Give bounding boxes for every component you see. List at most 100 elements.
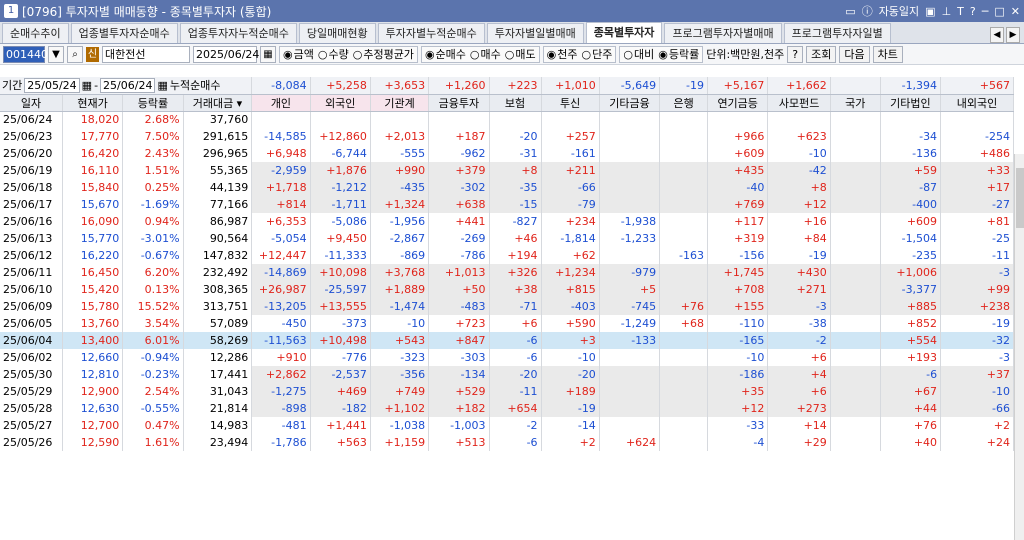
tab-prev-icon[interactable]: ◀ bbox=[990, 27, 1004, 43]
table-cell: 25/06/10 bbox=[0, 281, 63, 298]
radio-thousand-shares[interactable]: ◉ 천주 bbox=[547, 46, 578, 62]
dropdown-icon[interactable]: ▼ bbox=[48, 45, 64, 63]
radio-quantity[interactable]: ○ 수량 bbox=[318, 46, 349, 62]
minimize-icon[interactable]: ─ bbox=[982, 5, 989, 18]
table-row[interactable]: 25/05/26 12,590 1.61% 23,494 -1,786 +563 +1,15… bbox=[0, 434, 1014, 451]
next-button[interactable]: 다음 bbox=[839, 45, 870, 63]
radio-net-buy[interactable]: ◉ 순매수 bbox=[425, 46, 466, 62]
column-header[interactable]: 투신 bbox=[541, 94, 600, 112]
table-row[interactable]: 25/05/27 12,700 0.47% 14,983 -481 +1,441 -1,03… bbox=[0, 417, 1014, 434]
radio-change[interactable]: ○ 대비 bbox=[623, 46, 654, 62]
column-header[interactable]: 사모펀드 bbox=[767, 94, 831, 112]
radio-change-rate[interactable]: ◉ 등락률 bbox=[658, 46, 699, 62]
table-row[interactable]: 25/06/02 12,660 -0.94% 12,286 +910 -776 -323 -3… bbox=[0, 349, 1014, 366]
table-cell: -186 bbox=[707, 366, 769, 383]
column-header[interactable]: 거래대금 ▾ bbox=[183, 94, 253, 112]
table-cell: +182 bbox=[428, 400, 490, 417]
radio-buy[interactable]: ○ 매수 bbox=[470, 46, 501, 62]
change-radio-group: ○ 대비 ◉ 등락률 bbox=[619, 45, 704, 63]
date-input[interactable]: 2025/06/24 bbox=[193, 45, 259, 63]
table-cell: -3.01% bbox=[122, 230, 184, 247]
stock-code-input[interactable]: 001440 bbox=[3, 45, 48, 63]
tab-sector-investor[interactable]: 업종별투자자순매수 bbox=[70, 23, 178, 43]
table-row[interactable]: 25/06/04 13,400 6.01% 58,269 -11,563 +10,498 +… bbox=[0, 332, 1014, 349]
tab-today-trading[interactable]: 당일매매현황 bbox=[298, 23, 376, 43]
table-row[interactable]: 25/06/13 15,770 -3.01% 90,564 -5,054 +9,450 -2… bbox=[0, 230, 1014, 247]
table-row[interactable]: 25/06/11 16,450 6.20% 232,492 -14,869 +10,098… bbox=[0, 264, 1014, 281]
table-row[interactable]: 25/05/28 12,630 -0.55% 21,814 -898 -182 +1,102… bbox=[0, 400, 1014, 417]
table-row[interactable]: 25/06/10 15,420 0.13% 308,365 +26,987 -25,597… bbox=[0, 281, 1014, 298]
column-header[interactable]: 금융투자 bbox=[428, 94, 490, 112]
column-header[interactable]: 은행 bbox=[659, 94, 709, 112]
calendar-icon[interactable]: ▦ bbox=[82, 79, 92, 92]
help-button[interactable]: ? bbox=[787, 45, 804, 63]
table-row[interactable]: 25/06/18 15,840 0.25% 44,139 +1,718 -1,212 -43… bbox=[0, 179, 1014, 196]
auto-journal-button[interactable]: 자동일지 bbox=[879, 3, 919, 19]
table-row[interactable]: 25/06/20 16,420 2.43% 296,965 +6,948 -6,744 -5… bbox=[0, 145, 1014, 162]
table-row[interactable]: 25/06/23 17,770 7.50% 291,615 -14,585 +12,860… bbox=[0, 128, 1014, 145]
table-cell bbox=[830, 179, 881, 196]
column-header[interactable]: 일자 bbox=[0, 94, 63, 112]
table-row[interactable]: 25/06/24 18,020 2.68% 37,760 bbox=[0, 111, 1014, 128]
table-row[interactable]: 25/06/16 16,090 0.94% 86,987 +6,353 -5,086 -1,… bbox=[0, 213, 1014, 230]
tab-stock-investor[interactable]: 종목별투자자 bbox=[585, 22, 663, 43]
calendar-icon[interactable]: ▦ bbox=[260, 45, 276, 63]
column-header[interactable]: 기타법인 bbox=[880, 94, 942, 112]
search-icon[interactable]: ⌕ bbox=[67, 45, 83, 63]
tab-next-icon[interactable]: ▶ bbox=[1006, 27, 1020, 43]
column-header[interactable]: 기관계 bbox=[370, 94, 430, 112]
tab-net-buy-trend[interactable]: 순매수추이 bbox=[2, 23, 69, 43]
window-icon[interactable]: ▭ bbox=[845, 5, 855, 18]
layout-icon[interactable]: ▣ bbox=[925, 5, 935, 18]
radio-sell[interactable]: ○ 매도 bbox=[505, 46, 536, 62]
radio-single-shares[interactable]: ○ 단주 bbox=[582, 46, 613, 62]
tab-investor-cumulative[interactable]: 투자자별누적순매수 bbox=[377, 23, 485, 43]
column-header[interactable]: 국가 bbox=[830, 94, 881, 112]
table-cell: -32 bbox=[940, 332, 1014, 349]
column-header[interactable]: 내외국인 bbox=[940, 94, 1014, 112]
font-icon[interactable]: T bbox=[957, 5, 964, 18]
vertical-scrollbar[interactable] bbox=[1014, 154, 1024, 540]
tab-program-investor[interactable]: 프로그램투자자별매매 bbox=[664, 23, 782, 43]
column-header[interactable]: 등락률 bbox=[122, 94, 184, 112]
table-cell: 12,660 bbox=[62, 349, 124, 366]
radio-amount[interactable]: ◉ 금액 bbox=[283, 46, 314, 62]
tab-sector-cumulative[interactable]: 업종투자자누적순매수 bbox=[179, 23, 297, 43]
table-cell: -5,086 bbox=[310, 213, 371, 230]
table-row[interactable]: 25/06/19 16,110 1.51% 55,365 -2,959 +1,876 +99… bbox=[0, 162, 1014, 179]
table-row[interactable]: 25/05/30 12,810 -0.23% 17,441 +2,862 -2,537 -3… bbox=[0, 366, 1014, 383]
column-header[interactable]: 외국인 bbox=[310, 94, 371, 112]
column-header[interactable]: 연기금등 bbox=[707, 94, 769, 112]
tab-program-daily[interactable]: 프로그램투자자일별 bbox=[783, 23, 891, 43]
tab-investor-daily[interactable]: 투자자별일별매매 bbox=[486, 23, 584, 43]
question-icon[interactable]: ? bbox=[970, 5, 976, 18]
query-button[interactable]: 조회 bbox=[806, 45, 837, 63]
table-cell: +814 bbox=[251, 196, 311, 213]
column-header[interactable]: 현재가 bbox=[62, 94, 124, 112]
table-cell: -161 bbox=[541, 145, 600, 162]
radio-avg-price[interactable]: ○ 추정평균가 bbox=[353, 46, 414, 62]
table-cell: +10,098 bbox=[310, 264, 371, 281]
table-cell: -2,537 bbox=[310, 366, 371, 383]
chart-button[interactable]: 차트 bbox=[872, 45, 903, 63]
table-row[interactable]: 25/06/12 16,220 -0.67% 147,832 +12,447 -11,33… bbox=[0, 247, 1014, 264]
maximize-icon[interactable]: □ bbox=[994, 5, 1004, 18]
table-cell: 0.94% bbox=[122, 213, 184, 230]
table-row[interactable]: 25/06/09 15,780 15.52% 313,751 -13,205 +13,55… bbox=[0, 298, 1014, 315]
pin-icon[interactable]: ⊥ bbox=[942, 5, 952, 18]
scrollbar-thumb[interactable] bbox=[1016, 168, 1024, 228]
calendar-icon[interactable]: ▦ bbox=[157, 79, 167, 92]
table-cell: +68 bbox=[659, 315, 709, 332]
table-row[interactable]: 25/05/29 12,900 2.54% 31,043 -1,275 +469 +749 +… bbox=[0, 383, 1014, 400]
table-cell: -555 bbox=[370, 145, 430, 162]
help-icon[interactable]: ⓘ bbox=[862, 3, 873, 19]
period-to-input[interactable]: 25/06/24 bbox=[100, 77, 156, 93]
table-row[interactable]: 25/06/17 15,670 -1.69% 77,166 +814 -1,711 +1,3… bbox=[0, 196, 1014, 213]
table-row[interactable]: 25/06/05 13,760 3.54% 57,089 -450 -373 -10 +723… bbox=[0, 315, 1014, 332]
close-icon[interactable]: ✕ bbox=[1011, 5, 1020, 18]
period-from-input[interactable]: 25/05/24 bbox=[24, 77, 80, 93]
column-header[interactable]: 보험 bbox=[489, 94, 542, 112]
table-cell bbox=[599, 366, 661, 383]
column-header[interactable]: 기타금융 bbox=[599, 94, 661, 112]
column-header[interactable]: 개인 bbox=[251, 94, 311, 112]
